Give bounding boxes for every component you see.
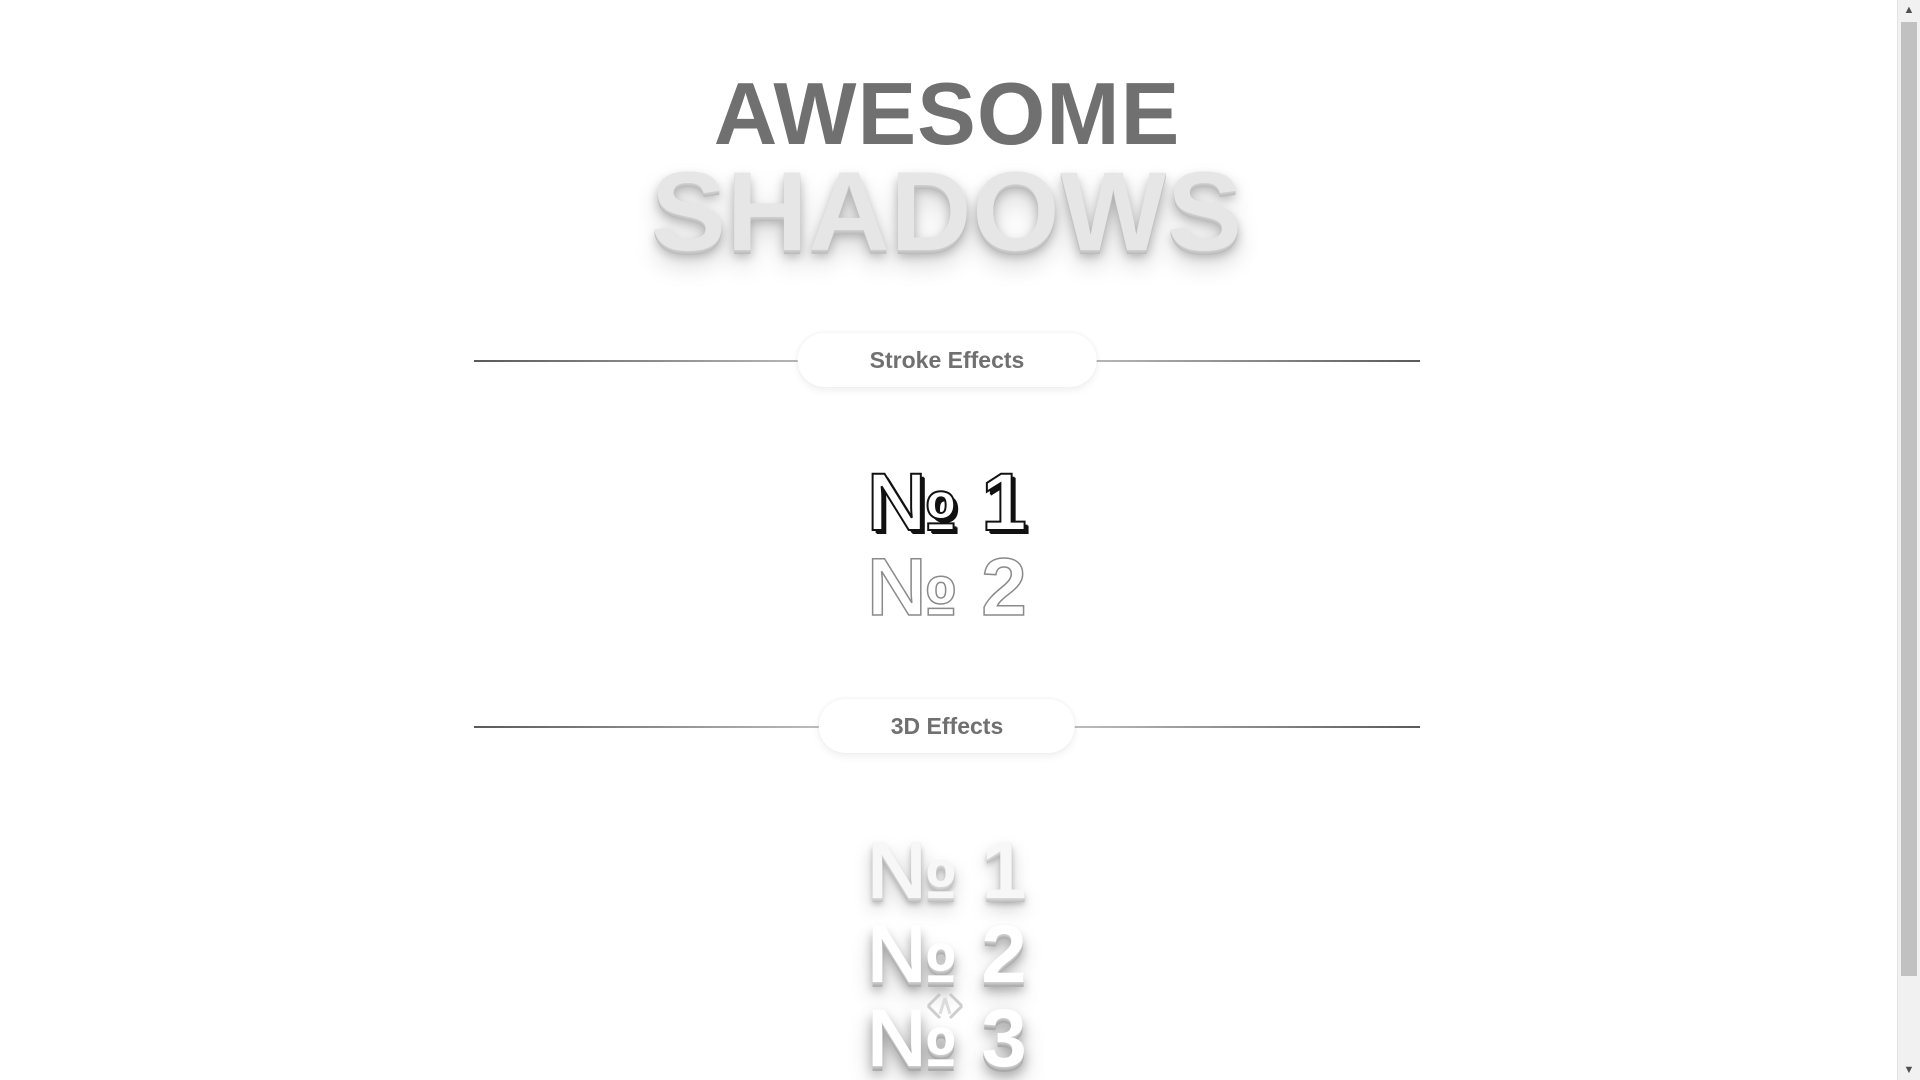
chevron-up-icon [914, 986, 976, 1035]
three-d-sample-1: № 1 [867, 825, 1027, 916]
section-title-3d: 3D Effects [818, 699, 1076, 753]
hero-title-line2: SHADOWS [651, 149, 1243, 274]
stroke-sample-2: № 2 [866, 542, 1027, 633]
section-divider-stroke: Stroke Effects [474, 333, 1420, 387]
scrollbar-thumb[interactable] [1901, 22, 1917, 976]
vertical-scrollbar[interactable]: ▲ ▼ [1897, 0, 1920, 1080]
section-title-stroke: Stroke Effects [797, 333, 1097, 387]
page: AWESOME SHADOWS Stroke Effects № 1 № 2 3… [0, 0, 1898, 1080]
scroll-up-arrow-icon[interactable]: ▲ [1898, 0, 1920, 20]
stroke-sample-1: № 1 [866, 457, 1028, 548]
scroll-down-arrow-icon[interactable]: ▼ [1898, 1060, 1920, 1080]
scroll-to-top-button[interactable] [910, 988, 980, 1032]
section-divider-3d: 3D Effects [474, 699, 1420, 753]
hero-title-line1: AWESOME [713, 64, 1181, 163]
hero-header: AWESOME SHADOWS [0, 70, 1894, 268]
